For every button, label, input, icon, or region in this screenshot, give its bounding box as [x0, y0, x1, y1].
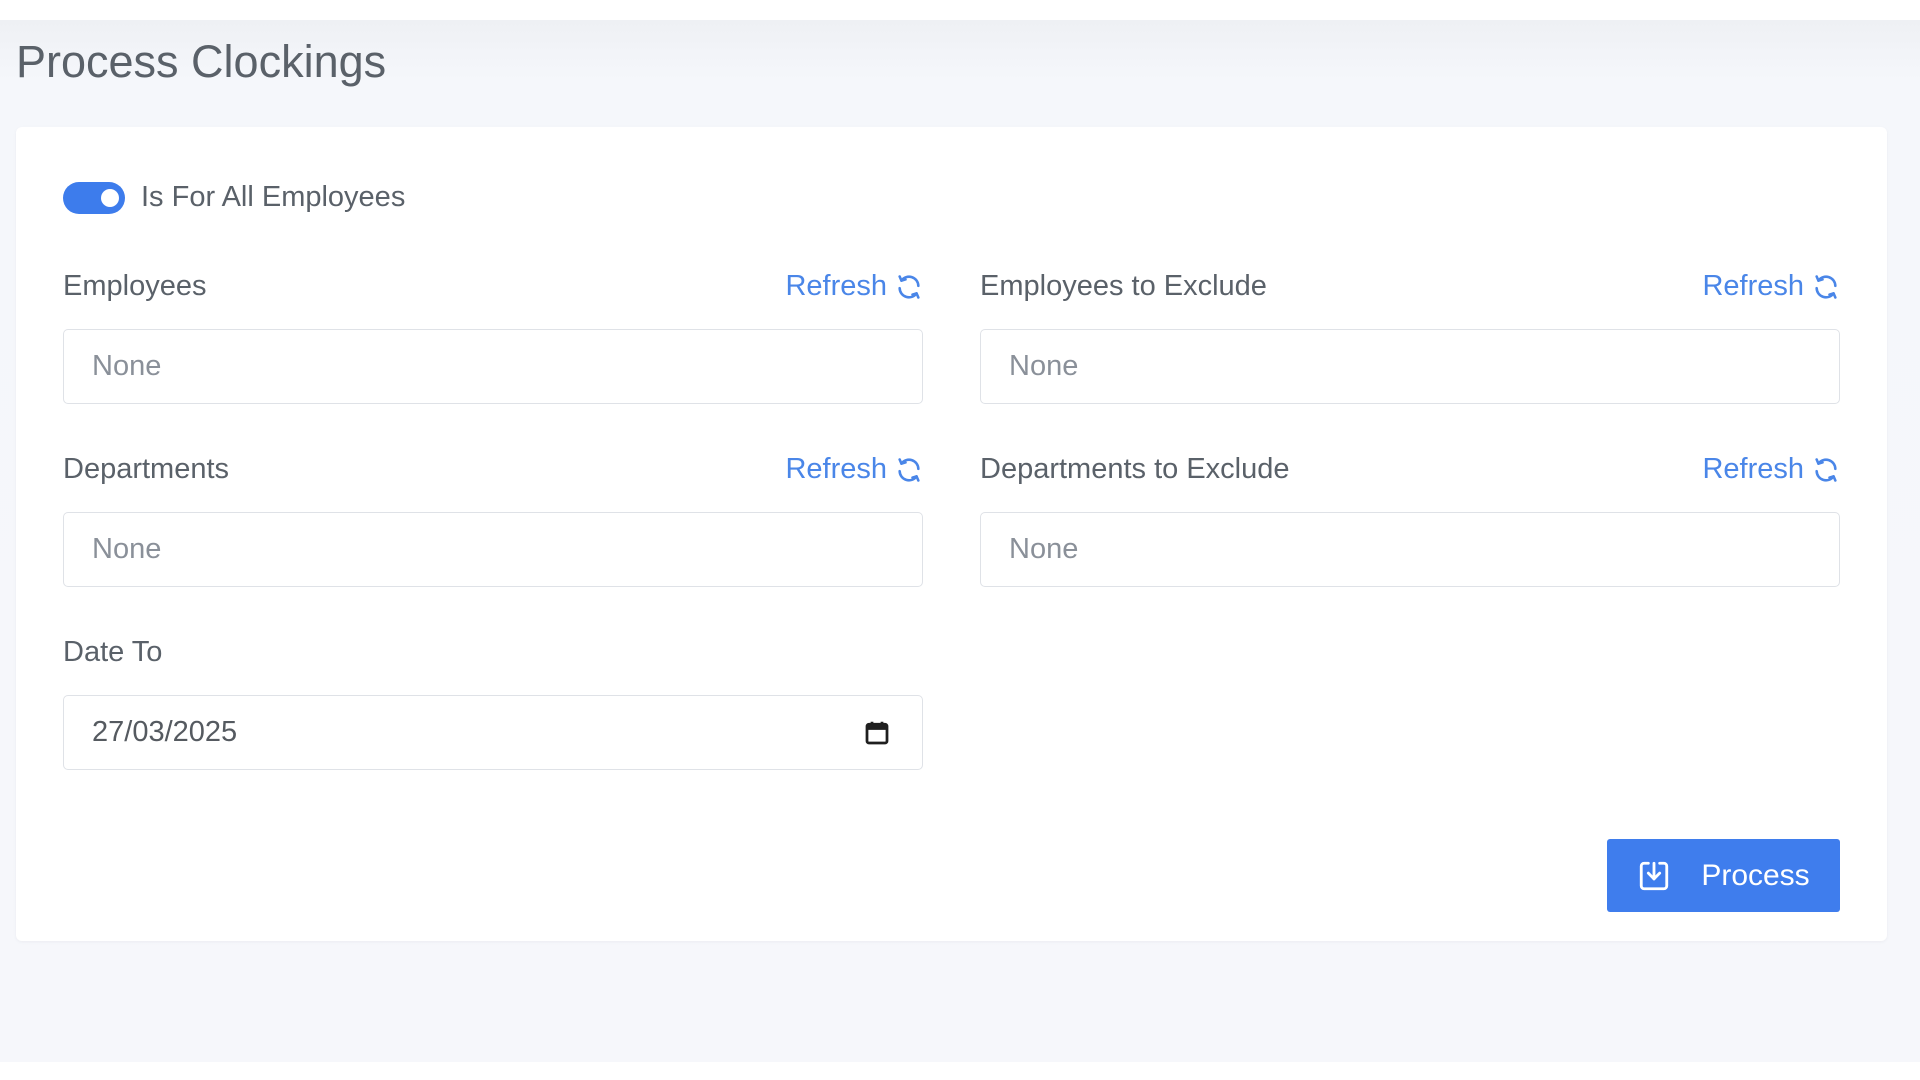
page-container: Process Clockings Is For All Employees E… — [0, 20, 1920, 1062]
employees-exclude-refresh-label: Refresh — [1702, 270, 1804, 302]
departments-exclude-field: Departments to Exclude Refresh None — [980, 453, 1840, 587]
refresh-icon — [1815, 457, 1837, 482]
page-title: Process Clockings — [16, 36, 387, 87]
departments-refresh-link[interactable]: Refresh — [785, 453, 923, 486]
employees-refresh-label: Refresh — [785, 270, 887, 302]
refresh-icon — [898, 457, 920, 482]
employees-select[interactable]: None — [63, 329, 923, 404]
departments-field-header: Departments Refresh — [63, 453, 923, 493]
process-button[interactable]: Process — [1607, 839, 1840, 912]
download-box-icon — [1640, 861, 1669, 890]
all-employees-label: Is For All Employees — [141, 181, 406, 213]
date-to-label: Date To — [63, 636, 163, 668]
all-employees-toggle-row: Is For All Employees — [63, 181, 405, 214]
employees-field: Employees Refresh None — [63, 270, 923, 404]
all-employees-switch[interactable] — [63, 181, 125, 214]
date-to-input[interactable]: 27/03/2025 — [63, 695, 923, 770]
employees-exclude-field-header: Employees to Exclude Refresh — [980, 270, 1840, 310]
refresh-icon — [1815, 274, 1837, 299]
employees-field-header: Employees Refresh — [63, 270, 923, 310]
refresh-icon — [898, 274, 920, 299]
process-clockings-card: Is For All Employees Employees Refresh N… — [16, 127, 1887, 941]
departments-refresh-label: Refresh — [785, 453, 887, 485]
departments-exclude-refresh-link[interactable]: Refresh — [1702, 453, 1840, 486]
employees-exclude-label: Employees to Exclude — [980, 270, 1267, 302]
employees-refresh-link[interactable]: Refresh — [785, 270, 923, 303]
date-to-value: 27/03/2025 — [92, 716, 238, 748]
switch-knob — [101, 188, 119, 207]
date-to-field-header: Date To — [63, 636, 923, 676]
departments-exclude-refresh-label: Refresh — [1702, 453, 1804, 485]
process-button-label: Process — [1701, 858, 1810, 892]
employees-label: Employees — [63, 270, 207, 302]
employees-exclude-refresh-link[interactable]: Refresh — [1702, 270, 1840, 303]
departments-field: Departments Refresh None — [63, 453, 923, 587]
departments-exclude-select[interactable]: None — [980, 512, 1840, 587]
departments-label: Departments — [63, 453, 230, 485]
departments-exclude-label: Departments to Exclude — [980, 453, 1290, 485]
employees-exclude-select[interactable]: None — [980, 329, 1840, 404]
departments-exclude-field-header: Departments to Exclude Refresh — [980, 453, 1840, 493]
departments-select[interactable]: None — [63, 512, 923, 587]
date-to-field: Date To 27/03/2025 — [63, 636, 923, 770]
calendar-icon[interactable] — [862, 718, 892, 748]
employees-exclude-field: Employees to Exclude Refresh None — [980, 270, 1840, 404]
